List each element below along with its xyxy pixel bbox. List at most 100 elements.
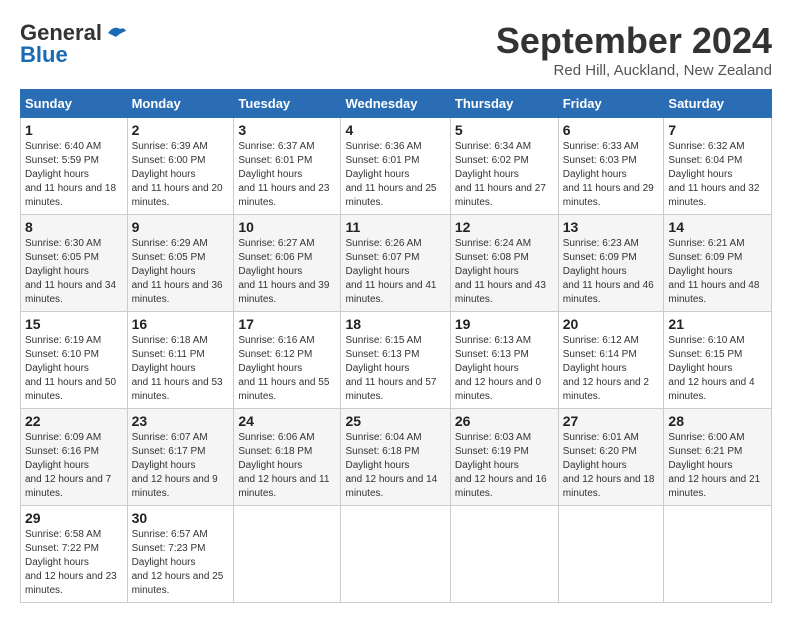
day-number: 7 bbox=[668, 122, 767, 138]
calendar-week-row: 22 Sunrise: 6:09 AMSunset: 6:16 PMDaylig… bbox=[21, 409, 772, 506]
day-info: Sunrise: 6:10 AMSunset: 6:15 PMDaylight … bbox=[668, 335, 754, 402]
day-number: 17 bbox=[238, 316, 336, 332]
table-row: 14 Sunrise: 6:21 AMSunset: 6:09 PMDaylig… bbox=[664, 215, 772, 312]
table-row: 27 Sunrise: 6:01 AMSunset: 6:20 PMDaylig… bbox=[558, 409, 664, 506]
table-row: 8 Sunrise: 6:30 AMSunset: 6:05 PMDayligh… bbox=[21, 215, 128, 312]
day-number: 2 bbox=[132, 122, 230, 138]
day-info: Sunrise: 6:04 AMSunset: 6:18 PMDaylight … bbox=[345, 432, 437, 499]
table-row: 30 Sunrise: 6:57 AMSunset: 7:23 PMDaylig… bbox=[127, 506, 234, 603]
day-info: Sunrise: 6:12 AMSunset: 6:14 PMDaylight … bbox=[563, 335, 649, 402]
table-row: 1 Sunrise: 6:40 AMSunset: 5:59 PMDayligh… bbox=[21, 118, 128, 215]
table-row: 25 Sunrise: 6:04 AMSunset: 6:18 PMDaylig… bbox=[341, 409, 450, 506]
table-row: 11 Sunrise: 6:26 AMSunset: 6:07 PMDaylig… bbox=[341, 215, 450, 312]
table-row: 20 Sunrise: 6:12 AMSunset: 6:14 PMDaylig… bbox=[558, 312, 664, 409]
title-section: September 2024 Red Hill, Auckland, New Z… bbox=[496, 20, 772, 79]
calendar-week-row: 15 Sunrise: 6:19 AMSunset: 6:10 PMDaylig… bbox=[21, 312, 772, 409]
day-info: Sunrise: 6:16 AMSunset: 6:12 PMDaylight … bbox=[238, 335, 329, 402]
day-info: Sunrise: 6:18 AMSunset: 6:11 PMDaylight … bbox=[132, 335, 223, 402]
table-row bbox=[664, 506, 772, 603]
col-friday: Friday bbox=[558, 90, 664, 118]
day-number: 21 bbox=[668, 316, 767, 332]
day-number: 14 bbox=[668, 219, 767, 235]
logo-bird-icon bbox=[106, 25, 128, 41]
day-info: Sunrise: 6:37 AMSunset: 6:01 PMDaylight … bbox=[238, 141, 329, 208]
day-info: Sunrise: 6:21 AMSunset: 6:09 PMDaylight … bbox=[668, 238, 759, 305]
day-number: 9 bbox=[132, 219, 230, 235]
day-number: 26 bbox=[455, 413, 554, 429]
table-row: 5 Sunrise: 6:34 AMSunset: 6:02 PMDayligh… bbox=[450, 118, 558, 215]
table-row bbox=[341, 506, 450, 603]
col-thursday: Thursday bbox=[450, 90, 558, 118]
day-number: 18 bbox=[345, 316, 445, 332]
day-number: 15 bbox=[25, 316, 123, 332]
day-number: 10 bbox=[238, 219, 336, 235]
day-info: Sunrise: 6:39 AMSunset: 6:00 PMDaylight … bbox=[132, 141, 223, 208]
calendar-week-row: 8 Sunrise: 6:30 AMSunset: 6:05 PMDayligh… bbox=[21, 215, 772, 312]
day-info: Sunrise: 6:00 AMSunset: 6:21 PMDaylight … bbox=[668, 432, 760, 499]
table-row bbox=[450, 506, 558, 603]
day-info: Sunrise: 6:58 AMSunset: 7:22 PMDaylight … bbox=[25, 529, 117, 596]
table-row: 3 Sunrise: 6:37 AMSunset: 6:01 PMDayligh… bbox=[234, 118, 341, 215]
table-row: 15 Sunrise: 6:19 AMSunset: 6:10 PMDaylig… bbox=[21, 312, 128, 409]
table-row: 26 Sunrise: 6:03 AMSunset: 6:19 PMDaylig… bbox=[450, 409, 558, 506]
col-saturday: Saturday bbox=[664, 90, 772, 118]
day-info: Sunrise: 6:03 AMSunset: 6:19 PMDaylight … bbox=[455, 432, 547, 499]
table-row: 23 Sunrise: 6:07 AMSunset: 6:17 PMDaylig… bbox=[127, 409, 234, 506]
day-number: 24 bbox=[238, 413, 336, 429]
day-info: Sunrise: 6:09 AMSunset: 6:16 PMDaylight … bbox=[25, 432, 111, 499]
calendar-header-row: Sunday Monday Tuesday Wednesday Thursday… bbox=[21, 90, 772, 118]
day-info: Sunrise: 6:24 AMSunset: 6:08 PMDaylight … bbox=[455, 238, 546, 305]
table-row: 28 Sunrise: 6:00 AMSunset: 6:21 PMDaylig… bbox=[664, 409, 772, 506]
day-number: 1 bbox=[25, 122, 123, 138]
day-info: Sunrise: 6:40 AMSunset: 5:59 PMDaylight … bbox=[25, 141, 116, 208]
day-info: Sunrise: 6:27 AMSunset: 6:06 PMDaylight … bbox=[238, 238, 329, 305]
day-info: Sunrise: 6:07 AMSunset: 6:17 PMDaylight … bbox=[132, 432, 218, 499]
col-wednesday: Wednesday bbox=[341, 90, 450, 118]
day-number: 19 bbox=[455, 316, 554, 332]
logo: General Blue bbox=[20, 20, 128, 68]
day-info: Sunrise: 6:26 AMSunset: 6:07 PMDaylight … bbox=[345, 238, 436, 305]
location-subtitle: Red Hill, Auckland, New Zealand bbox=[496, 62, 772, 79]
table-row: 2 Sunrise: 6:39 AMSunset: 6:00 PMDayligh… bbox=[127, 118, 234, 215]
day-number: 12 bbox=[455, 219, 554, 235]
day-info: Sunrise: 6:13 AMSunset: 6:13 PMDaylight … bbox=[455, 335, 541, 402]
day-number: 22 bbox=[25, 413, 123, 429]
day-info: Sunrise: 6:19 AMSunset: 6:10 PMDaylight … bbox=[25, 335, 116, 402]
day-number: 16 bbox=[132, 316, 230, 332]
day-number: 5 bbox=[455, 122, 554, 138]
table-row: 19 Sunrise: 6:13 AMSunset: 6:13 PMDaylig… bbox=[450, 312, 558, 409]
day-number: 4 bbox=[345, 122, 445, 138]
calendar-table: Sunday Monday Tuesday Wednesday Thursday… bbox=[20, 89, 772, 603]
day-info: Sunrise: 6:33 AMSunset: 6:03 PMDaylight … bbox=[563, 141, 654, 208]
logo-blue-text: Blue bbox=[20, 42, 68, 68]
day-number: 20 bbox=[563, 316, 660, 332]
table-row bbox=[234, 506, 341, 603]
table-row bbox=[558, 506, 664, 603]
table-row: 4 Sunrise: 6:36 AMSunset: 6:01 PMDayligh… bbox=[341, 118, 450, 215]
day-number: 23 bbox=[132, 413, 230, 429]
table-row: 29 Sunrise: 6:58 AMSunset: 7:22 PMDaylig… bbox=[21, 506, 128, 603]
table-row: 17 Sunrise: 6:16 AMSunset: 6:12 PMDaylig… bbox=[234, 312, 341, 409]
table-row: 21 Sunrise: 6:10 AMSunset: 6:15 PMDaylig… bbox=[664, 312, 772, 409]
day-number: 8 bbox=[25, 219, 123, 235]
day-number: 13 bbox=[563, 219, 660, 235]
day-info: Sunrise: 6:34 AMSunset: 6:02 PMDaylight … bbox=[455, 141, 546, 208]
day-info: Sunrise: 6:23 AMSunset: 6:09 PMDaylight … bbox=[563, 238, 654, 305]
table-row: 7 Sunrise: 6:32 AMSunset: 6:04 PMDayligh… bbox=[664, 118, 772, 215]
col-sunday: Sunday bbox=[21, 90, 128, 118]
page-header: General Blue September 2024 Red Hill, Au… bbox=[20, 20, 772, 79]
table-row: 13 Sunrise: 6:23 AMSunset: 6:09 PMDaylig… bbox=[558, 215, 664, 312]
day-number: 3 bbox=[238, 122, 336, 138]
day-info: Sunrise: 6:01 AMSunset: 6:20 PMDaylight … bbox=[563, 432, 655, 499]
table-row: 10 Sunrise: 6:27 AMSunset: 6:06 PMDaylig… bbox=[234, 215, 341, 312]
day-info: Sunrise: 6:32 AMSunset: 6:04 PMDaylight … bbox=[668, 141, 759, 208]
month-year-title: September 2024 bbox=[496, 20, 772, 62]
table-row: 6 Sunrise: 6:33 AMSunset: 6:03 PMDayligh… bbox=[558, 118, 664, 215]
calendar-week-row: 29 Sunrise: 6:58 AMSunset: 7:22 PMDaylig… bbox=[21, 506, 772, 603]
day-number: 28 bbox=[668, 413, 767, 429]
day-number: 25 bbox=[345, 413, 445, 429]
day-number: 6 bbox=[563, 122, 660, 138]
table-row: 22 Sunrise: 6:09 AMSunset: 6:16 PMDaylig… bbox=[21, 409, 128, 506]
day-number: 30 bbox=[132, 510, 230, 526]
table-row: 24 Sunrise: 6:06 AMSunset: 6:18 PMDaylig… bbox=[234, 409, 341, 506]
